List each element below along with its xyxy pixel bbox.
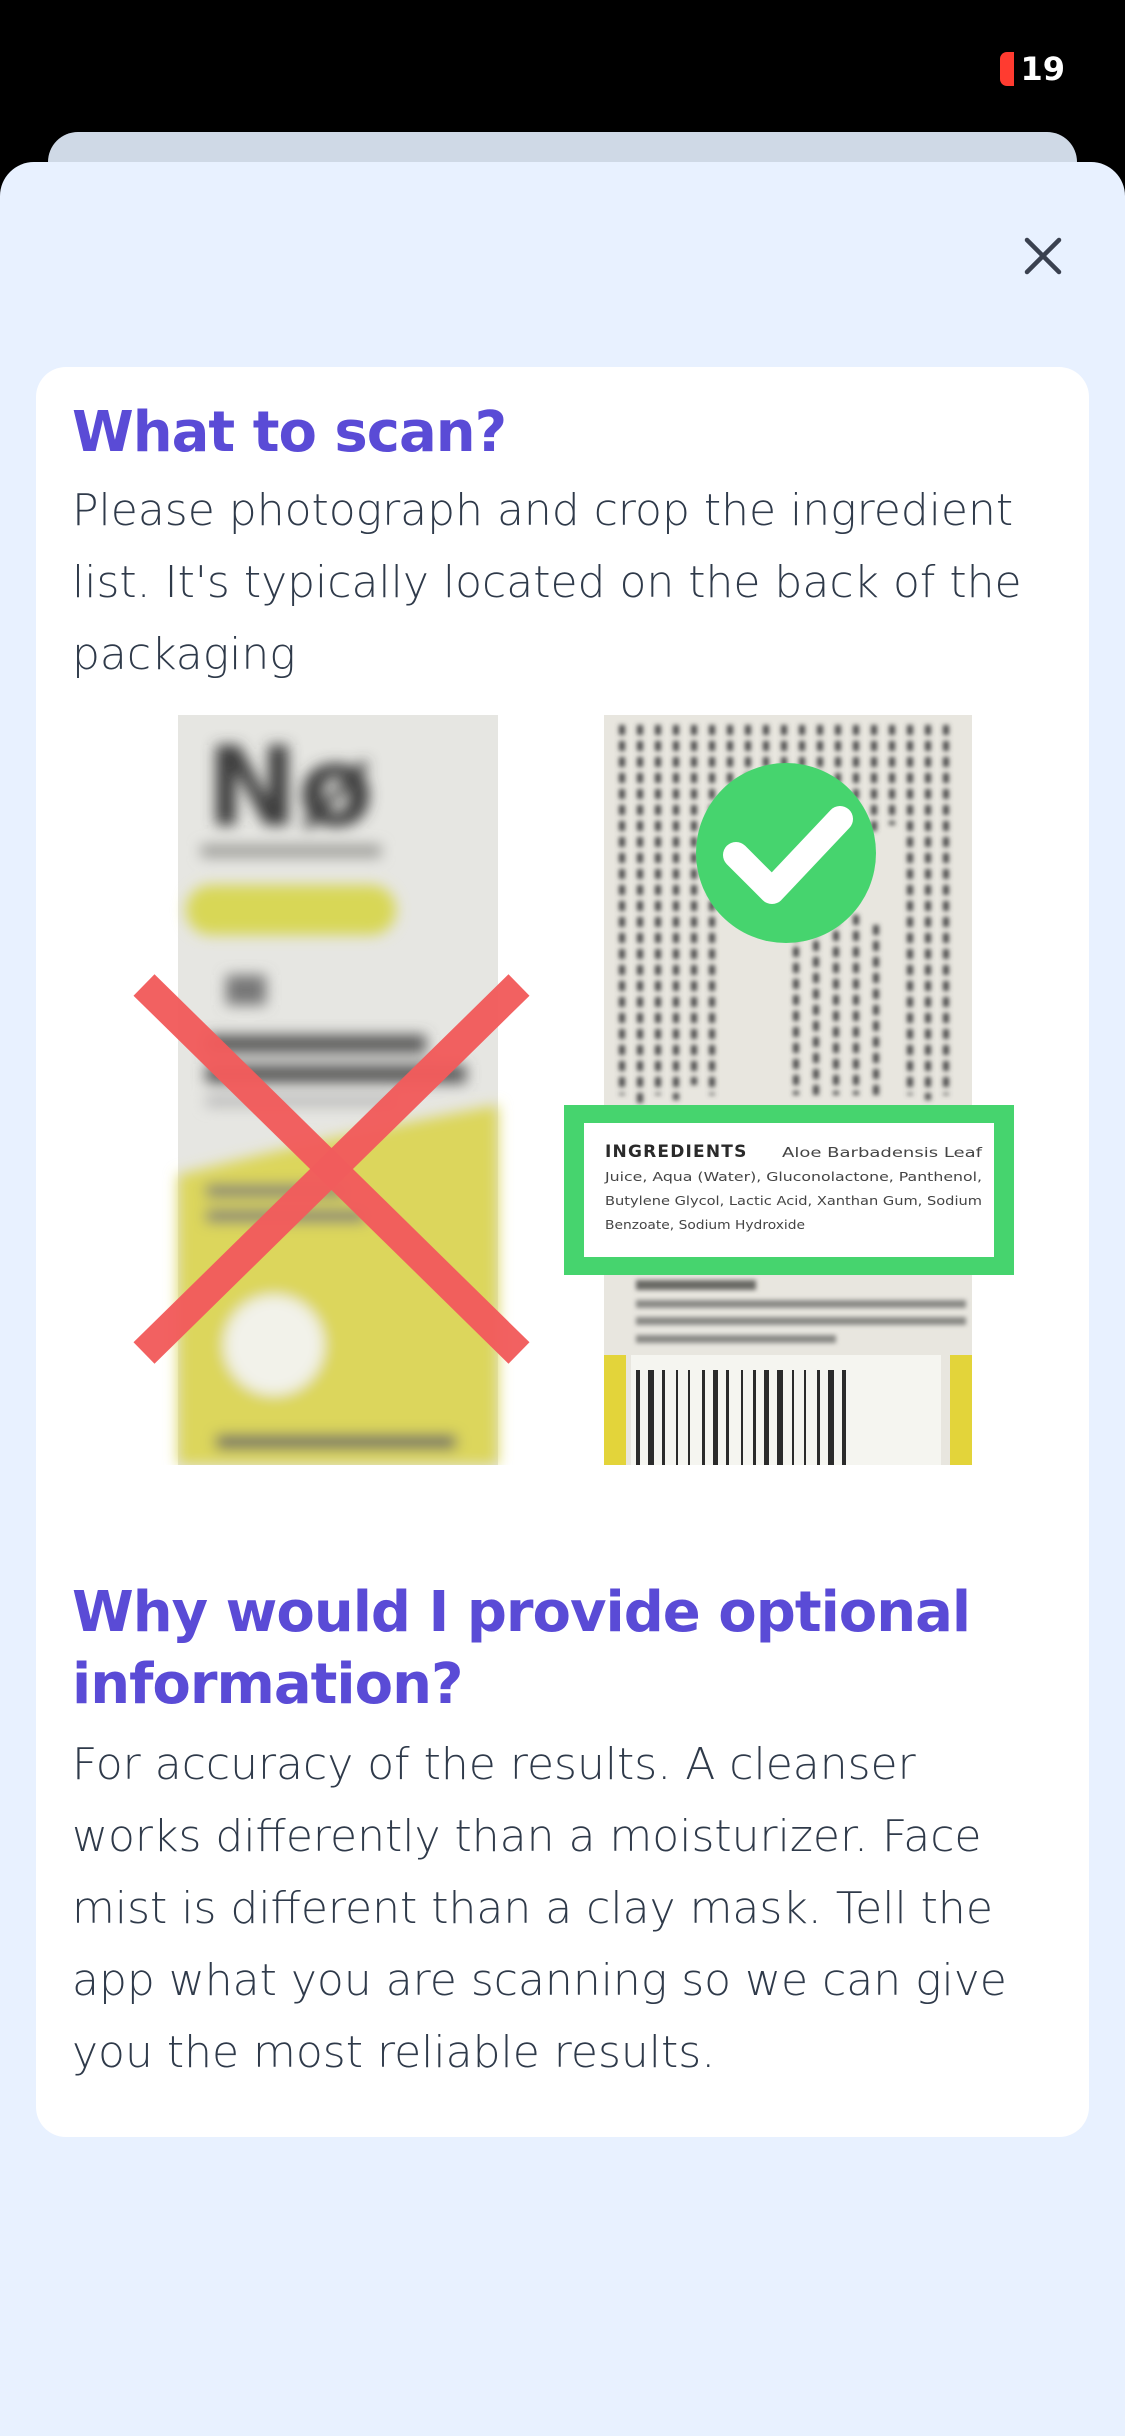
- barcode-bar: [817, 1370, 820, 1465]
- ingredients-highlight-box: INGREDIENTS Aloe Barbadensis Leaf Juice,…: [564, 1105, 1014, 1275]
- ingredients-line-1: Aloe Barbadensis Leaf: [782, 1146, 983, 1161]
- ingredients-line-2: Juice, Aqua (Water), Gluconolactone, Pan…: [604, 1169, 982, 1184]
- ingredients-heading: INGREDIENTS: [605, 1142, 748, 1162]
- what-to-scan-card: What to scan? Please photograph and crop…: [36, 367, 1089, 1662]
- barcode-bar: [828, 1370, 834, 1465]
- close-icon: [1024, 237, 1062, 275]
- what-to-scan-text: Please photograph and crop the ingredien…: [72, 485, 1022, 680]
- checkmark-icon: [696, 763, 876, 943]
- battery-level: 19: [1020, 50, 1065, 88]
- svg-text:Nø: Nø: [206, 723, 374, 851]
- barcode-bar: [702, 1370, 705, 1465]
- barcode-bar: [688, 1370, 690, 1465]
- barcode-bar: [648, 1370, 654, 1465]
- product-front-image: Nø: [178, 715, 498, 1465]
- optional-info-title: Why would I provide optional information…: [72, 1580, 971, 1717]
- info-sheet: What to scan? Please photograph and crop…: [0, 162, 1125, 2436]
- scan-example-illustration: Nø INGREDIENTS Aloe Barbadensis Leaf Jui…: [36, 715, 1089, 1465]
- barcode-bar: [777, 1370, 783, 1465]
- ingredients-line-4: Benzoate, Sodium Hydroxide: [605, 1217, 805, 1232]
- barcode-bar: [842, 1370, 846, 1465]
- scan-example-graphic: Nø INGREDIENTS Aloe Barbadensis Leaf Jui…: [133, 715, 1014, 1465]
- optional-info-text: For accuracy of the results. A cleanser …: [72, 1739, 1007, 2078]
- barcode-bar: [662, 1370, 665, 1465]
- optional-info-card: Why would I provide optional information…: [36, 1537, 1089, 2137]
- barcode-bar: [804, 1370, 806, 1465]
- battery-indicator: 19: [1000, 50, 1065, 88]
- barcode-bar: [753, 1370, 756, 1465]
- close-button[interactable]: [1007, 220, 1079, 292]
- barcode-bar: [792, 1370, 794, 1465]
- barcode-bar: [676, 1370, 678, 1465]
- ingredients-line-3: Butylene Glycol, Lactic Acid, Xanthan Gu…: [605, 1193, 982, 1208]
- barcode-bar: [741, 1370, 743, 1465]
- battery-icon: [1000, 52, 1015, 86]
- barcode-bar: [726, 1370, 729, 1465]
- barcode-bar: [713, 1370, 718, 1465]
- barcode-bar: [636, 1370, 640, 1465]
- barcode-bar: [764, 1370, 769, 1465]
- what-to-scan-title: What to scan?: [72, 400, 507, 465]
